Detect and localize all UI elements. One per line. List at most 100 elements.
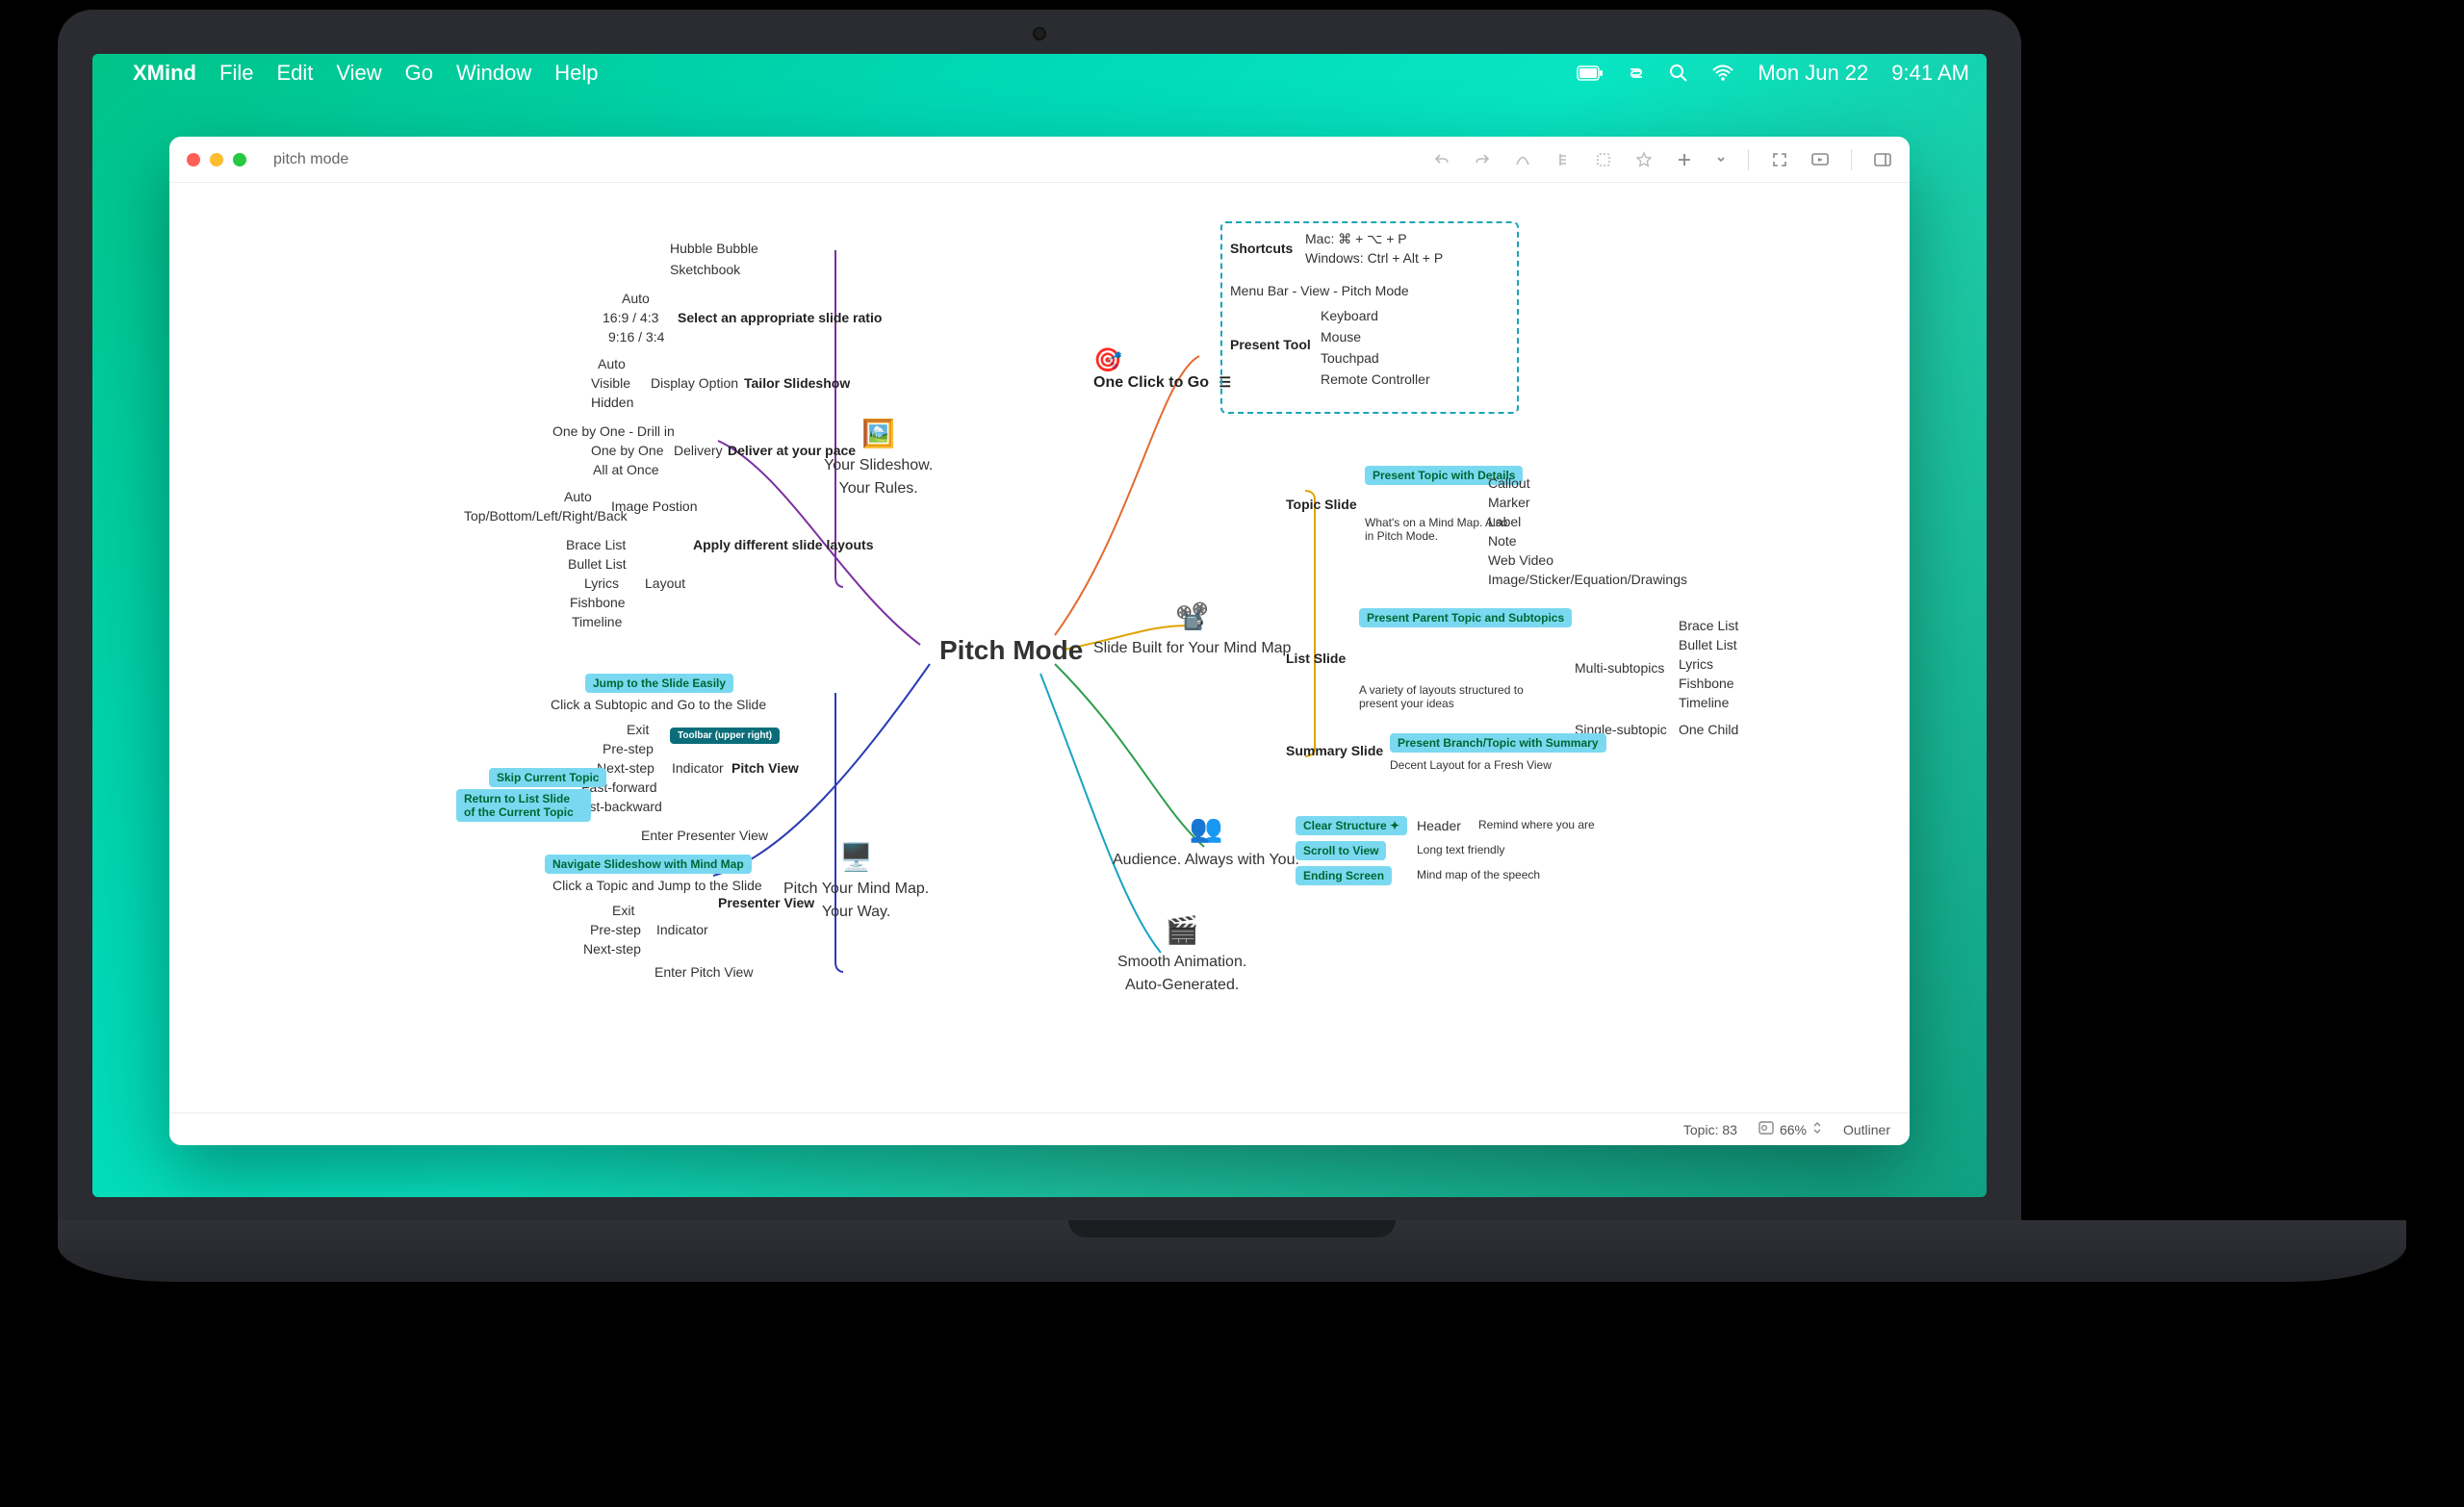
deliver-all[interactable]: All at Once [593,462,658,477]
menu-window[interactable]: Window [456,61,531,86]
ratio-label[interactable]: Select an appropriate slide ratio [678,310,882,325]
layout-bullet[interactable]: Bullet List [568,556,627,572]
panel-icon[interactable] [1873,150,1892,169]
disp-auto[interactable]: Auto [598,356,626,371]
present-keyboard[interactable]: Keyboard [1321,308,1378,323]
display-option[interactable]: Display Option [651,375,738,391]
clear-tag[interactable]: Clear Structure ✦ [1296,816,1407,835]
battery-icon[interactable] [1577,65,1604,81]
sketchbook[interactable]: Sketchbook [670,262,740,277]
spotlight-icon[interactable] [1669,64,1688,83]
zoom-stepper-icon[interactable] [1812,1120,1822,1138]
pres-exit[interactable]: Exit [612,903,634,918]
multi-fishbone[interactable]: Fishbone [1679,676,1734,691]
undo-icon[interactable] [1432,150,1451,169]
wifi-icon[interactable] [1711,64,1734,82]
slide-built[interactable]: 📽️ Slide Built for Your Mind Map [1093,597,1291,660]
list-variety[interactable]: A variety of layouts structured to prese… [1359,683,1542,710]
list-slide[interactable]: List Slide [1286,651,1346,666]
present-tool[interactable]: Present Tool [1230,337,1311,352]
jump-tag[interactable]: Jump to the Slide Easily [585,674,733,693]
imgpos-auto[interactable]: Auto [564,489,592,504]
pres-nextstep[interactable]: Next-step [583,941,641,957]
jump-sub[interactable]: Click a Subtopic and Go to the Slide [551,697,766,712]
image-sticker[interactable]: Image/Sticker/Equation/Drawings [1488,572,1687,587]
boundary-icon[interactable] [1594,150,1613,169]
relationship-icon[interactable] [1513,150,1532,169]
nav-tag[interactable]: Navigate Slideshow with Mind Map [545,855,752,874]
present-remote[interactable]: Remote Controller [1321,371,1430,387]
pres-prestep[interactable]: Pre-step [590,922,641,937]
summary-slide[interactable]: Summary Slide [1286,743,1383,758]
return-tag[interactable]: Return to List Slide of the Current Topi… [456,789,591,822]
audience[interactable]: 👥 Audience. Always with You. [1113,808,1299,872]
summary-icon[interactable] [1553,150,1573,169]
multi-brace[interactable]: Brace List [1679,618,1738,633]
enter-pitch[interactable]: Enter Pitch View [654,964,753,980]
layout-mid[interactable]: Layout [645,575,685,591]
scroll-tag[interactable]: Scroll to View [1296,841,1386,860]
shortcuts[interactable]: Shortcuts [1230,241,1293,256]
pitch-view[interactable]: Pitch View [732,760,799,776]
skip-tag[interactable]: Skip Current Topic [489,768,606,787]
central-topic[interactable]: Pitch Mode [939,635,1083,666]
indicator[interactable]: Indicator [672,760,724,776]
header-label[interactable]: Header [1417,818,1461,833]
scroll-sub[interactable]: Long text friendly [1417,843,1504,856]
tailor-slideshow[interactable]: Tailor Slideshow [744,375,850,391]
summary-sub[interactable]: Decent Layout for a Fresh View [1390,758,1552,772]
control-center-icon[interactable] [1627,64,1646,83]
pitch-prestep[interactable]: Pre-step [603,741,654,756]
menu-file[interactable]: File [219,61,253,86]
layout-lyrics[interactable]: Lyrics [584,575,619,591]
ratio-169[interactable]: 16:9 / 4:3 [603,310,658,325]
menu-view[interactable]: View [336,61,381,86]
menubar-date[interactable]: Mon Jun 22 [1758,61,1868,86]
menu-help[interactable]: Help [554,61,598,86]
fit-icon[interactable] [1770,150,1789,169]
topic-slide[interactable]: Topic Slide [1286,497,1357,512]
deliver-label[interactable]: Deliver at your pace [728,443,856,458]
present-mouse[interactable]: Mouse [1321,329,1361,345]
menu-edit[interactable]: Edit [276,61,313,86]
pitch-exit[interactable]: Exit [627,722,649,737]
chevron-down-icon[interactable] [1715,150,1727,169]
menubar-time[interactable]: 9:41 AM [1891,61,1969,86]
multi[interactable]: Multi-subtopics [1575,660,1664,676]
enter-presenter[interactable]: Enter Presenter View [641,828,768,843]
add-icon[interactable] [1675,150,1694,169]
outliner-button[interactable]: Outliner [1843,1122,1890,1137]
pitch-your-way[interactable]: 🖥️ Pitch Your Mind Map. Your Way. [783,837,929,924]
window-close-button[interactable] [187,153,200,166]
window-maximize-button[interactable] [233,153,246,166]
window-minimize-button[interactable] [210,153,223,166]
delivery[interactable]: Delivery [674,443,723,458]
header-sub[interactable]: Remind where you are [1478,818,1595,831]
hubble-bubble[interactable]: Hubble Bubble [670,241,758,256]
multi-bullet[interactable]: Bullet List [1679,637,1737,652]
present-touchpad[interactable]: Touchpad [1321,350,1379,366]
multi-lyrics[interactable]: Lyrics [1679,656,1713,672]
presenter-view[interactable]: Presenter View [718,895,814,910]
note[interactable]: Note [1488,533,1517,549]
nav-sub[interactable]: Click a Topic and Jump to the Slide [552,878,762,893]
imgpos-tblr[interactable]: Top/Bottom/Left/Right/Back [464,508,628,524]
imgpos-label[interactable]: Image Postion [611,498,698,514]
shortcut-win[interactable]: Windows: Ctrl + Alt + P [1305,250,1443,266]
list-tag[interactable]: Present Parent Topic and Subtopics [1359,608,1572,627]
mindmap-canvas[interactable]: Pitch Mode 🖼️ Your Slideshow. Your Rules… [169,183,1910,1112]
layout-fishbone[interactable]: Fishbone [570,595,626,610]
ending-tag[interactable]: Ending Screen [1296,866,1392,885]
marker[interactable]: Marker [1488,495,1530,510]
menubar-app-name[interactable]: XMind [133,61,196,86]
redo-icon[interactable] [1473,150,1492,169]
ratio-auto[interactable]: Auto [622,291,650,306]
star-icon[interactable] [1634,150,1654,169]
shortcut-mac[interactable]: Mac: ⌘ + ⌥ + P [1305,231,1407,247]
multi-timeline[interactable]: Timeline [1679,695,1729,710]
zoom-control[interactable]: 66% [1758,1120,1822,1138]
toolbar-tag[interactable]: Toolbar (upper right) [670,728,780,744]
fit-map-icon[interactable] [1758,1121,1774,1137]
layout-brace[interactable]: Brace List [566,537,626,552]
ending-sub[interactable]: Mind map of the speech [1417,868,1540,881]
